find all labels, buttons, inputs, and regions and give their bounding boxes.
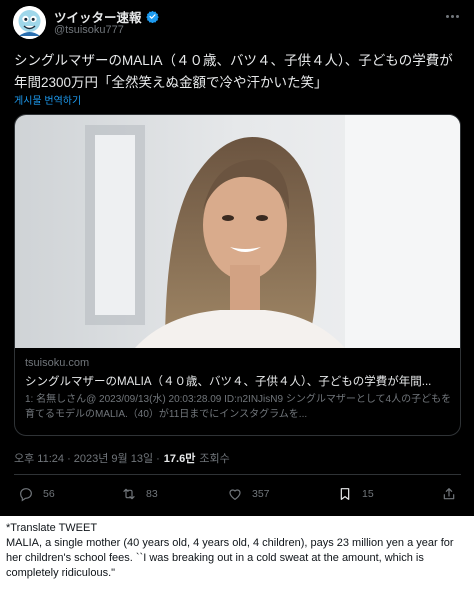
- retweet-button[interactable]: 83: [121, 486, 158, 502]
- link-card[interactable]: tsuisoku.com シングルマザーのMALIA（４０歳、バツ４、子供４人）…: [14, 114, 461, 436]
- bookmark-count: 15: [362, 488, 374, 500]
- reply-icon: [20, 488, 32, 502]
- author-handle[interactable]: @tsuisoku777: [54, 24, 124, 36]
- tweet-text: シングルマザーのMALIA（４０歳、バツ４、子供４人）、子どもの学費が年間230…: [14, 53, 453, 90]
- card-meta: tsuisoku.com シングルマザーのMALIA（４０歳、バツ４、子供４人）…: [25, 357, 455, 422]
- more-icon[interactable]: [446, 10, 464, 22]
- action-bar: 56 83 357 15: [0, 486, 474, 506]
- divider: [14, 474, 461, 475]
- heart-icon: [229, 489, 241, 500]
- card-title[interactable]: シングルマザーのMALIA（４０歳、バツ４、子供４人）、子どもの学費が年間...: [25, 373, 455, 392]
- tweet-timestamp: 오후 11:24 · 2023년 9월 13일 · 17.6만 조회수: [14, 450, 230, 466]
- tweet: ツイッター速報 @tsuisoku777 シングルマザーのMALIA（４０歳、バ…: [0, 0, 474, 516]
- like-count: 357: [252, 488, 270, 500]
- like-button[interactable]: 357: [227, 486, 270, 502]
- reply-count: 56: [43, 488, 55, 500]
- translation-body: MALIA, a single mother (40 years old, 4 …: [6, 537, 454, 579]
- verified-badge-icon: [145, 10, 159, 23]
- share-button[interactable]: [441, 486, 457, 502]
- retweet-count: 83: [146, 488, 158, 500]
- card-image[interactable]: [15, 115, 460, 348]
- translate-link[interactable]: 게시물 번역하기: [14, 92, 81, 107]
- card-domain: tsuisoku.com: [25, 357, 90, 369]
- views-count: 17.6만: [163, 453, 196, 465]
- tweet-time[interactable]: 오후 11:24 · 2023년 9월 13일 ·: [14, 450, 160, 466]
- translation-block: *Translate TWEET MALIA, a single mother …: [6, 521, 468, 581]
- views-label: 조회수: [199, 453, 230, 465]
- bookmark-button[interactable]: 15: [337, 486, 374, 502]
- share-icon: [443, 488, 455, 500]
- reply-button[interactable]: 56: [18, 486, 55, 502]
- avatar[interactable]: [13, 6, 46, 39]
- retweet-icon: [123, 488, 135, 500]
- bookmark-icon: [340, 488, 350, 500]
- card-description: 1: 名無しさん@ 2023/09/13(水) 20:03:28.09 ID:n…: [25, 394, 452, 420]
- translation-heading: *Translate TWEET: [6, 522, 98, 534]
